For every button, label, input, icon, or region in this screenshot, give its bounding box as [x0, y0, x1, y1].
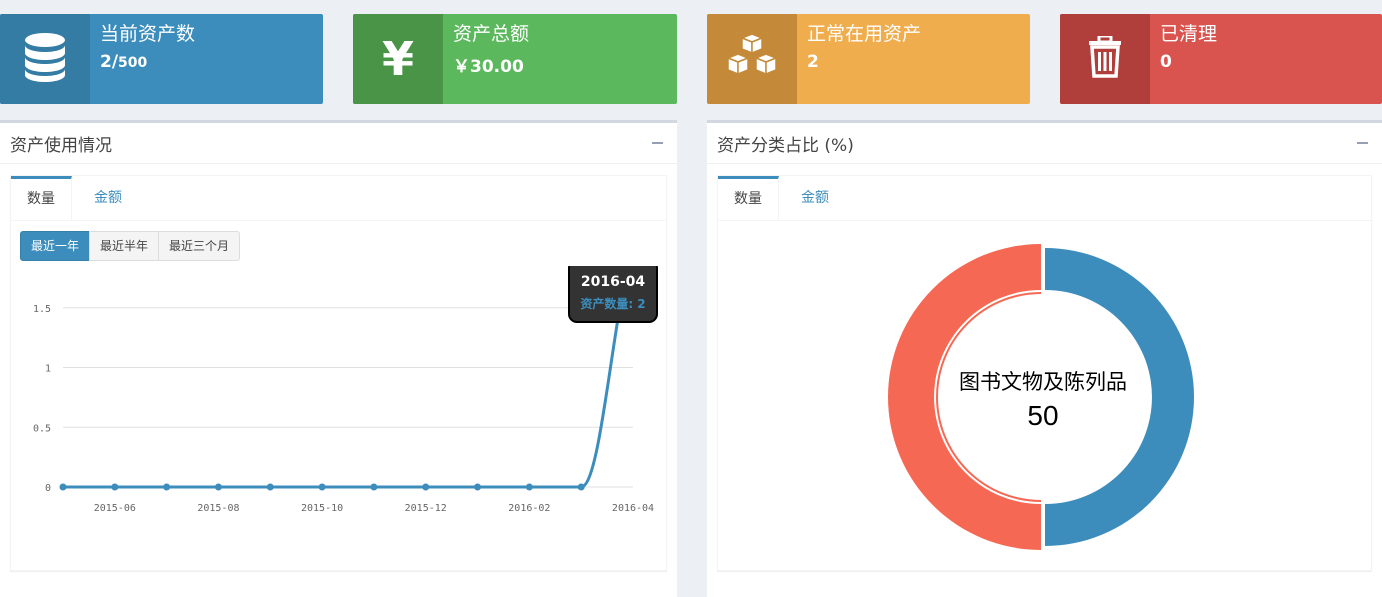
info-box-2: 正常在用资产 2 [707, 14, 1030, 104]
donut-center-label: 图书文物及陈列品 [959, 370, 1127, 394]
usage-tab-box: 数量 金额 最近一年 最近半年 最近三个月 00.511.522015-0620… [10, 175, 667, 571]
usage-line-chart: 00.511.522015-062015-082015-102015-12201… [33, 266, 658, 514]
info-box-1: ¥ 资产总额 ￥30.00 [353, 14, 677, 104]
usage-panel-title: 资产使用情况 [10, 135, 112, 156]
usage-panel-header: 资产使用情况 [0, 123, 677, 164]
info-box-content: 正常在用资产 2 [797, 14, 931, 104]
info-box-title: 资产总额 [453, 23, 530, 45]
info-box-title: 正常在用资产 [807, 23, 922, 45]
info-box-number: 0 [1160, 52, 1172, 72]
info-box-icon-area: ¥ [353, 14, 443, 104]
yen-icon: ¥ [381, 32, 414, 86]
range-button-group: 最近一年 最近半年 最近三个月 [20, 231, 241, 261]
info-box-number: 2 [807, 52, 819, 72]
info-box-number-small: 500 [118, 55, 148, 71]
info-box-content: 资产总额 ￥30.00 [443, 14, 539, 104]
info-box-value: 0 [1160, 52, 1217, 72]
info-box-icon-area [1060, 14, 1150, 104]
data-point[interactable] [422, 483, 430, 491]
usage-panel: 资产使用情况 数量 金额 最近一年 最近半年 最近三个月 00.511.5220… [0, 120, 677, 597]
data-point[interactable] [214, 483, 222, 491]
tab-quantity[interactable]: 数量 [718, 176, 779, 220]
x-tick-label: 2015-08 [197, 503, 239, 514]
tab-amount[interactable]: 金额 [78, 176, 138, 220]
data-point[interactable] [577, 483, 585, 491]
usage-tabs: 数量 金额 [11, 176, 666, 221]
category-panel-title: 资产分类占比 (%) [717, 135, 854, 156]
database-icon [23, 32, 67, 86]
collapse-icon[interactable] [652, 142, 663, 144]
data-point[interactable] [525, 483, 533, 491]
donut-slice-0[interactable] [1045, 248, 1194, 546]
info-box-3: 已清理 0 [1060, 14, 1382, 104]
category-panel-header: 资产分类占比 (%) [707, 123, 1382, 164]
x-tick-label: 2016-02 [508, 503, 550, 514]
y-tick-label: 0 [45, 483, 51, 494]
info-box-number: ￥30.00 [453, 57, 524, 77]
info-box-title: 已清理 [1160, 23, 1218, 45]
info-box-number: 2/ [100, 52, 119, 72]
category-tabs: 数量 金额 [718, 176, 1371, 221]
tooltip-value: 资产数量: 2 [580, 296, 645, 311]
donut-center-value: 50 [1027, 400, 1058, 431]
data-point[interactable] [266, 483, 274, 491]
chart-tooltip: 2016-04 资产数量: 2 [568, 266, 658, 323]
tab-quantity[interactable]: 数量 [11, 176, 72, 220]
y-tick-label: 0.5 [33, 423, 51, 434]
category-panel: 资产分类占比 (%) 数量 金额 图书文物及陈列品 50 [707, 120, 1382, 597]
data-point[interactable] [370, 483, 378, 491]
series-line [63, 266, 630, 489]
category-tab-box: 数量 金额 图书文物及陈列品 50 [717, 175, 1372, 571]
info-box-value: ￥30.00 [453, 52, 529, 77]
cubes-icon [724, 33, 780, 84]
y-tick-label: 1 [45, 364, 51, 375]
range-button-half-year[interactable]: 最近半年 [89, 231, 160, 261]
x-tick-label: 2015-12 [405, 503, 447, 514]
x-tick-label: 2015-10 [301, 503, 343, 514]
donut-slice-1[interactable] [888, 244, 1041, 550]
range-button-three-months[interactable]: 最近三个月 [158, 231, 241, 261]
x-tick-label: 2015-06 [94, 503, 136, 514]
data-point[interactable] [474, 483, 482, 491]
y-tick-label: 1.5 [33, 304, 51, 315]
collapse-icon[interactable] [1357, 142, 1368, 144]
info-box-value: 2/500 [100, 52, 195, 72]
tab-amount[interactable]: 金额 [785, 176, 845, 220]
info-box-content: 当前资产数 2/500 [90, 14, 205, 104]
tooltip-title: 2016-04 [581, 274, 646, 290]
info-box-value: 2 [807, 52, 921, 72]
x-tick-label: 2016-04 [612, 503, 654, 514]
category-donut-chart: 图书文物及陈列品 50 [888, 244, 1194, 550]
info-box-content: 已清理 0 [1150, 14, 1227, 104]
data-point[interactable] [59, 483, 67, 491]
info-box-0: 当前资产数 2/500 [0, 14, 323, 104]
data-point[interactable] [111, 483, 119, 491]
range-button-year[interactable]: 最近一年 [20, 231, 91, 261]
info-box-icon-area [707, 14, 797, 104]
data-point[interactable] [318, 483, 326, 491]
trash-icon [1087, 34, 1123, 82]
info-box-icon-area [0, 14, 90, 104]
data-point[interactable] [163, 483, 171, 491]
info-box-title: 当前资产数 [100, 23, 196, 45]
